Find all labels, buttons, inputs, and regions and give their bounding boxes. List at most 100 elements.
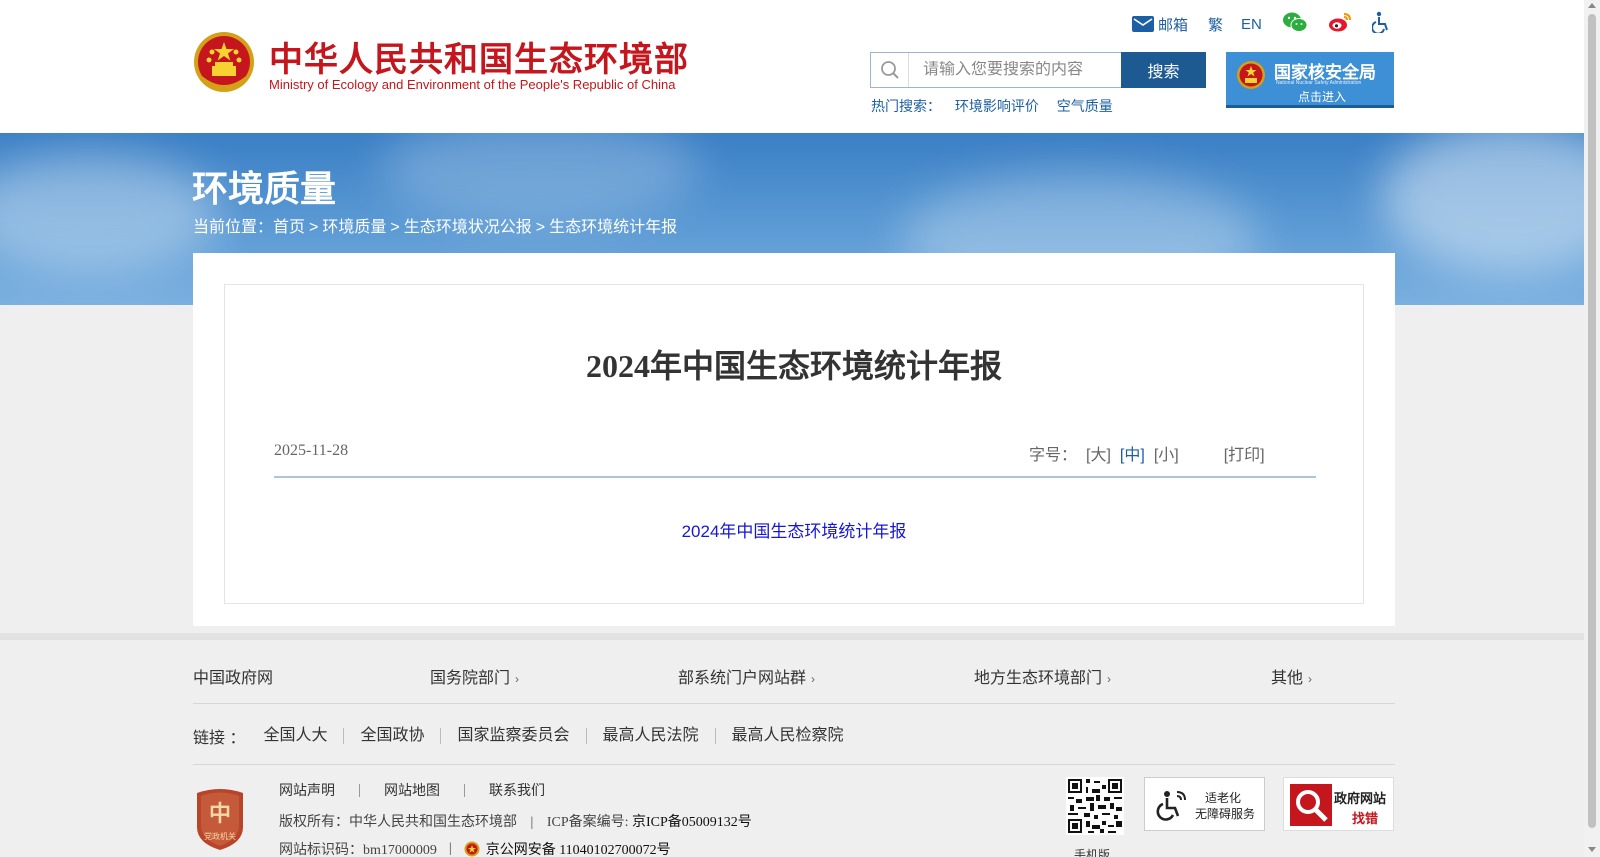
error-badge-title: 政府网站 (1334, 791, 1387, 806)
footer-divider (193, 764, 1395, 765)
vertical-scrollbar[interactable] (1584, 0, 1600, 857)
article-title: 2024年中国生态环境统计年报 (585, 348, 1002, 384)
chevron-right-icon: › (515, 672, 520, 686)
site-statement-link[interactable]: 网站声明 (279, 783, 359, 797)
hot-search-term[interactable]: 环境影响评价 (955, 98, 1039, 114)
footer-nav-item[interactable]: 部系统门户网站群 › (678, 664, 815, 688)
related-links-label: 链接 ： (193, 730, 246, 747)
weibo-link[interactable] (1328, 11, 1352, 37)
breadcrumb-item[interactable]: 生态环境统计年报 (549, 219, 677, 236)
related-link[interactable]: 全国人大 (263, 728, 343, 744)
nnsa-banner-link[interactable]: 国家核安全局 National Nuclear Safety Administr… (1226, 52, 1394, 108)
related-link[interactable]: 最高人民检察院 (714, 728, 860, 744)
breadcrumb-item[interactable]: 首页 (273, 219, 305, 236)
accessibility-service-badge[interactable]: 适老化 无障碍服务 (1144, 777, 1265, 831)
attachment-container: 2024年中国生态环境统计年报 (225, 517, 1363, 542)
footer-nav-label[interactable]: 国务院部门 (430, 670, 510, 687)
related-link[interactable]: 国家监察委员会 (440, 728, 585, 744)
svg-text:中: 中 (209, 801, 231, 827)
footer-nav-item[interactable]: 国务院部门 › (430, 664, 519, 688)
qr-code-icon (1066, 777, 1124, 835)
scroll-up-arrow-icon[interactable] (1588, 3, 1596, 8)
sitemap-link[interactable]: 网站地图 (359, 783, 464, 797)
related-link[interactable]: 最高人民法院 (585, 728, 715, 744)
party-government-badge-icon: 中 党政机关 (197, 789, 243, 850)
search-button[interactable]: 搜索 (1121, 52, 1206, 88)
search-icon (871, 53, 909, 87)
footer-nav-label[interactable]: 部系统门户网站群 (678, 670, 806, 687)
site-id: 网站标识码：bm17000009 (279, 843, 437, 857)
site-id-row: 网站标识码：bm17000009 | 京公网安备 11040102700072号 (279, 839, 671, 857)
footer-nav-item[interactable]: 地方生态环境部门 › (974, 664, 1111, 688)
accessibility-service-icon (1156, 791, 1186, 821)
icp-label: ICP备案编号: (546, 815, 629, 830)
site-title[interactable]: 中华人民共和国生态环境部 (269, 32, 689, 81)
icp-link[interactable]: 京ICP备05009132号 (632, 815, 752, 830)
footer-nav-item[interactable]: 中国政府网 (193, 664, 273, 688)
nnsa-subtitle: National Nuclear Safety Administration (1276, 80, 1362, 86)
error-badge-subtitle: 找错 (1352, 811, 1379, 826)
print-button[interactable]: [打印] (1224, 441, 1265, 465)
contact-link[interactable]: 联系我们 (464, 783, 569, 797)
mail-icon (1132, 16, 1154, 32)
footer-nav-item[interactable]: 其他 › (1271, 664, 1312, 688)
party-badge-text: 党政机关 (204, 831, 236, 841)
related-link[interactable]: 全国政协 (343, 728, 440, 744)
breadcrumb: 当前位置：首页 > 环境质量 > 生态环境状况公报 > 生态环境统计年报 (193, 213, 677, 237)
site-subtitle: Ministry of Ecology and Environment of t… (269, 77, 676, 92)
footer-nav-label[interactable]: 地方生态环境部门 (974, 670, 1102, 687)
site-header: 中华人民共和国生态环境部 Ministry of Ecology and Env… (0, 0, 1584, 133)
hot-search-label: 热门搜索： (871, 98, 941, 114)
breadcrumb-separator: > (309, 219, 319, 236)
publish-date: 2025-11-28 (274, 442, 349, 459)
breadcrumb-separator: > (535, 219, 546, 236)
font-size-controls: 字号： [大] [中] [小] [打印] (1029, 441, 1265, 465)
hot-search: 热门搜索： 环境影响评价 空气质量 (871, 96, 1113, 116)
accessibility-line: 无障碍服务 (1195, 807, 1256, 821)
magnifier-error-icon (1290, 784, 1332, 826)
search-box (870, 52, 1122, 88)
mobile-version-label[interactable]: 手机版 (1074, 846, 1110, 857)
article: 2024年中国生态环境统计年报 2025-11-28 字号： [大] [中] [… (224, 284, 1364, 604)
gov-site-error-report-badge[interactable]: 政府网站 找错 (1283, 777, 1394, 831)
site-footer: 中国政府网 国务院部门 › 部系统门户网站群 › 地方生态环境部门 › 其他 › 链接 … (0, 633, 1584, 857)
article-divider (274, 476, 1316, 478)
font-size-large-button[interactable]: [大] (1086, 441, 1111, 465)
footer-nav-label[interactable]: 中国政府网 (193, 670, 273, 687)
breadcrumb-item[interactable]: 环境质量 (322, 219, 386, 236)
font-size-small-button[interactable]: [小] (1154, 441, 1179, 465)
mailbox-label: 邮箱 (1158, 16, 1189, 34)
scrollbar-thumb[interactable] (1588, 14, 1596, 828)
site-links: 网站声明 网站地图 联系我们 (279, 783, 569, 797)
police-record-link[interactable]: 京公网安备 11040102700072号 (486, 839, 671, 857)
mailbox-link[interactable]: 邮箱 (1132, 14, 1188, 35)
breadcrumb-separator: > (390, 219, 400, 236)
search-input[interactable] (909, 61, 1119, 79)
attachment-link[interactable]: 2024年中国生态环境统计年报 (682, 522, 907, 541)
national-emblem-icon (194, 32, 254, 92)
chevron-right-icon: › (1308, 672, 1313, 686)
hot-search-term[interactable]: 空气质量 (1057, 98, 1113, 114)
english-link[interactable]: EN (1241, 16, 1262, 33)
font-size-label: 字号： (1029, 447, 1078, 464)
top-links: 邮箱 繁 EN (1132, 11, 1390, 37)
font-size-medium-button[interactable]: [中] (1120, 441, 1145, 465)
wheelchair-icon (1371, 11, 1388, 35)
footer-nav-label[interactable]: 其他 (1271, 670, 1303, 687)
nnsa-enter-label: 点击进入 (1298, 90, 1347, 104)
weibo-icon (1328, 13, 1351, 32)
party-government-badge[interactable]: 中 党政机关 (193, 787, 247, 851)
wechat-link[interactable] (1282, 11, 1308, 37)
scroll-down-arrow-icon[interactable] (1588, 847, 1596, 852)
chevron-right-icon: › (811, 672, 816, 686)
accessibility-link[interactable] (1371, 11, 1390, 37)
footer-divider (193, 703, 1395, 704)
accessibility-line: 适老化 (1205, 791, 1242, 805)
wechat-icon (1282, 12, 1308, 32)
nnsa-emblem-icon (1237, 61, 1265, 89)
breadcrumb-item[interactable]: 生态环境状况公报 (404, 219, 532, 236)
traditional-chinese-link[interactable]: 繁 (1208, 14, 1223, 35)
chevron-right-icon: › (1107, 672, 1112, 686)
copyright-text: 版权所有：中华人民共和国生态环境部 (279, 815, 517, 830)
copyright: 版权所有：中华人民共和国生态环境部 | ICP备案编号: 京ICP备050091… (279, 815, 752, 830)
